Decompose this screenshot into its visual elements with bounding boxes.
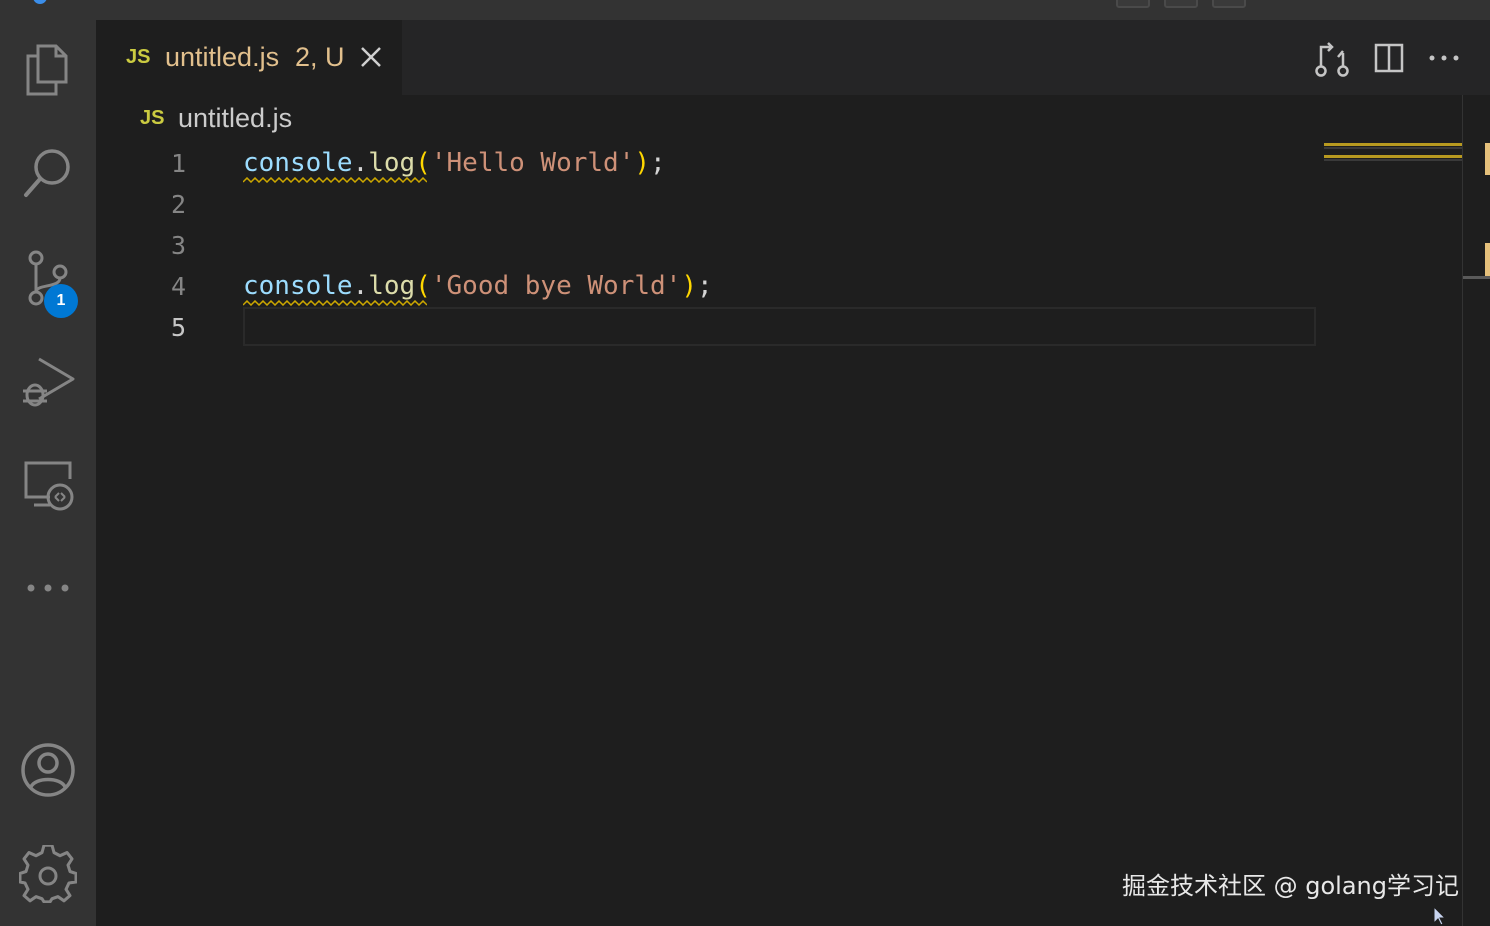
line-number: 1 — [170, 149, 186, 178]
activity-remote-explorer[interactable] — [0, 445, 96, 525]
token-paren-close: ) — [681, 271, 697, 301]
token-paren-close: ) — [634, 148, 651, 178]
activity-bar: 1 — [0, 20, 96, 926]
title-bar — [0, 0, 1490, 20]
tab-bar: JS untitled.js 2, U — [96, 20, 1490, 95]
line-number: 2 — [170, 190, 186, 219]
token-paren-open: ( — [415, 148, 431, 178]
activity-manage[interactable] — [0, 834, 96, 914]
minimap-line — [1324, 147, 1462, 149]
token-function: log — [368, 271, 416, 301]
minimap-line — [1324, 159, 1462, 161]
token-semicolon: ; — [650, 148, 666, 178]
minimap-line — [1324, 155, 1462, 158]
layout-toggle-3[interactable] — [1212, 0, 1246, 8]
more-actions-icon — [1429, 55, 1459, 61]
breadcrumb-file[interactable]: untitled.js — [178, 103, 292, 134]
account-icon — [21, 743, 75, 797]
more-icon — [27, 584, 69, 592]
activity-explorer[interactable] — [0, 30, 96, 110]
activity-run-debug[interactable] — [0, 342, 96, 422]
token-paren-open: ( — [415, 271, 431, 301]
tab-filename: untitled.js — [165, 42, 280, 72]
token-semicolon: ; — [696, 271, 713, 301]
mouse-cursor-icon — [1433, 906, 1447, 926]
minimap-line — [1324, 143, 1462, 146]
token-dot: . — [352, 148, 369, 178]
token-identifier: console — [243, 271, 353, 301]
cursor-position-marker — [1463, 276, 1490, 279]
app-logo — [33, 0, 47, 4]
js-file-icon: JS — [126, 46, 151, 68]
tab-untitled-js[interactable]: JS untitled.js 2, U — [96, 20, 402, 95]
remote-explorer-icon — [24, 461, 74, 511]
breadcrumb: JS untitled.js — [96, 95, 1316, 143]
vertical-scrollbar[interactable] — [1462, 95, 1490, 926]
warning-marker — [1485, 243, 1490, 277]
search-icon — [24, 149, 70, 197]
line-number: 4 — [170, 272, 186, 301]
token-function: log — [368, 148, 416, 178]
warning-squiggle — [243, 177, 427, 183]
open-changes-icon — [1315, 42, 1349, 77]
layout-toggle-1[interactable] — [1116, 0, 1150, 8]
activity-accounts[interactable] — [0, 730, 96, 810]
source-control-badge: 1 — [44, 284, 78, 318]
split-editor-button[interactable] — [1369, 38, 1409, 78]
line-number: 3 — [170, 231, 186, 260]
split-editor-icon — [1374, 43, 1404, 73]
activity-more[interactable] — [0, 548, 96, 628]
token-identifier: console — [243, 148, 353, 178]
tab-status: 2, U — [295, 42, 345, 72]
open-changes-button[interactable] — [1312, 38, 1352, 78]
js-file-icon: JS — [140, 107, 165, 129]
warning-marker — [1485, 143, 1490, 175]
layout-toggle-2[interactable] — [1164, 0, 1198, 8]
line-number-active: 5 — [170, 313, 186, 342]
activity-search[interactable] — [0, 133, 96, 213]
token-string: 'Hello World' — [430, 148, 635, 178]
token-dot: . — [352, 271, 369, 301]
current-line-highlight[interactable] — [243, 307, 1316, 346]
warning-squiggle — [243, 300, 427, 306]
run-debug-icon — [23, 357, 75, 407]
gear-icon — [19, 845, 77, 903]
token-string: 'Good bye World' — [430, 271, 682, 301]
minimap[interactable] — [1316, 95, 1462, 926]
more-actions-button[interactable] — [1424, 38, 1464, 78]
watermark: 掘金技术社区 @ golang学习记 — [1122, 872, 1459, 900]
close-icon[interactable] — [356, 42, 386, 72]
files-icon — [26, 44, 68, 96]
